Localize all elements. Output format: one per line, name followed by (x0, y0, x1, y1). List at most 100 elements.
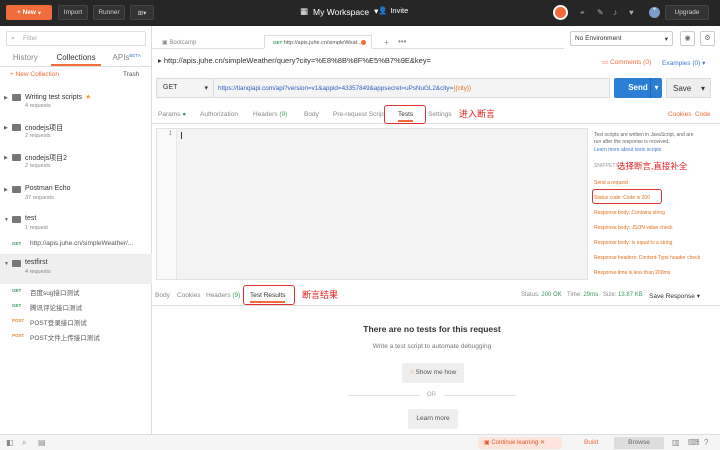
heart-icon[interactable]: ♥ (629, 8, 634, 17)
code-link[interactable]: Code (695, 111, 711, 118)
snippet-item[interactable]: Response time is less than 200ms (594, 270, 670, 276)
environment-label: No Environment (575, 35, 622, 42)
tab-active-request[interactable]: GET http://apis.juhe.cn/simpleWeat... (264, 35, 372, 49)
tab-headers[interactable]: Headers (9) (253, 111, 287, 118)
trash-button[interactable]: Trash (123, 71, 139, 78)
snippet-item[interactable]: Response body: JSON value check (594, 225, 673, 231)
tab-body[interactable]: Body (155, 292, 170, 299)
examples-button[interactable]: Examples (0) ▾ (662, 59, 705, 67)
learn-tests-link[interactable]: Learn more about tests scripts (594, 147, 661, 153)
build-tab[interactable]: Build (584, 439, 598, 446)
sync-icon[interactable] (553, 5, 568, 20)
collection-name: Postman Echo (25, 185, 71, 192)
save-response-label: Save Response (649, 293, 695, 300)
save-button[interactable]: Save ▾ (666, 78, 711, 98)
caret-down-icon[interactable]: ▾ (650, 78, 662, 98)
tab-authorization[interactable]: Authorization (200, 111, 238, 118)
request-title: POST登录接口测试 (30, 320, 87, 327)
wrench-icon[interactable]: ✎ (597, 8, 604, 17)
request-item[interactable]: POST POST登录接口测试 (0, 314, 152, 329)
eye-icon[interactable]: ◉ (680, 31, 695, 46)
tab-headers[interactable]: Headers (9) (206, 292, 240, 299)
save-label: Save (673, 84, 692, 93)
console-icon[interactable]: ▤ (38, 438, 46, 447)
add-tab-icon[interactable]: + (384, 38, 389, 47)
gear-icon[interactable]: ⚙ (700, 31, 715, 46)
collection-item[interactable]: ▼ test 1 request (0, 210, 152, 240)
tab-apis[interactable]: APIsBETA (101, 50, 152, 66)
tab-params[interactable]: Params ● (158, 111, 186, 118)
tab-bootcamp[interactable]: ▣ Bootcamp (162, 39, 196, 46)
new-window-button[interactable]: ⊞▾ (130, 5, 154, 20)
save-response-button[interactable]: Save Response ▾ (649, 292, 700, 300)
continue-learning-button[interactable]: ▣ Continue learning ✕ (478, 437, 562, 449)
import-button[interactable]: Import (58, 5, 88, 20)
collection-item[interactable]: ▶ cnodejs项目2 2 requests (0, 148, 152, 178)
bell-icon[interactable]: ♪ (613, 8, 617, 17)
request-item[interactable]: GET 百度sug接口测试 (0, 284, 152, 299)
collection-count: 4 requests (25, 103, 51, 109)
annotation-tests: 进入断言 (459, 109, 496, 119)
cookies-link[interactable]: Cookies (668, 111, 691, 118)
environment-select[interactable]: No Environment ▾ (570, 31, 673, 46)
close-icon[interactable]: ✕ (540, 440, 545, 446)
new-button[interactable]: + New ▾ (6, 5, 52, 20)
browse-tab[interactable]: Browse (614, 437, 664, 449)
collection-count: 4 requests (25, 269, 51, 275)
request-item[interactable]: POST POST文件上传接口测试 (0, 329, 152, 344)
empty-subtitle: Write a test script to automate debuggin… (372, 343, 492, 350)
collection-item[interactable]: ▶ Postman Echo 37 requests (0, 180, 152, 210)
new-collection-button[interactable]: + New Collection (10, 71, 59, 78)
status-bar: ◧ ⌕ ▤ ▣ Continue learning ✕ Build Browse… (0, 434, 720, 450)
sidebar: ⌕ Filter History Collections APIsBETA + N… (0, 26, 152, 434)
status-value: 200 OK (541, 292, 562, 298)
upgrade-button[interactable]: Upgrade (665, 5, 709, 20)
request-title: http://apis.juhe.cn/simpleWeather/... (30, 240, 134, 247)
keyboard-icon[interactable]: ⌨ (688, 438, 700, 447)
help-icon[interactable]: ? (704, 438, 708, 447)
status-dot-icon: ● (182, 111, 187, 118)
runner-button[interactable]: Runner (93, 5, 125, 20)
divider (348, 395, 420, 396)
tab-prerequest-script[interactable]: Pre-request Script (333, 111, 385, 118)
collection-item[interactable]: ▶ cnodejs项目 2 requests (0, 118, 152, 148)
or-label: OR (427, 392, 436, 398)
method-select[interactable]: GET ▾ (156, 78, 214, 98)
tab-cookies[interactable]: Cookies (177, 292, 200, 299)
learn-more-button[interactable]: Learn more (408, 409, 458, 429)
filter-input[interactable]: ⌕ Filter (6, 31, 146, 46)
more-icon[interactable]: ••• (398, 37, 406, 46)
tab-collections[interactable]: Collections (50, 50, 102, 66)
collection-name: testfirst (25, 259, 48, 266)
caret-down-icon: ▾ (204, 85, 208, 92)
snippet-item[interactable]: Send a request (594, 180, 628, 186)
test-script-editor[interactable]: 1 (156, 128, 588, 280)
snippet-item[interactable]: Response headers: Content-Type header ch… (594, 255, 700, 261)
show-me-how-button[interactable]: ☝ Show me how (402, 363, 464, 383)
comments-button[interactable]: ▭ Comments (0) (602, 58, 651, 66)
send-button[interactable]: Send ▾ (614, 78, 662, 98)
url-input[interactable]: https://tianqiapi.com/api?version=v1&app… (214, 78, 610, 98)
caret-right-icon: ▶ (4, 155, 8, 161)
invite-button[interactable]: 👤 Invite (378, 6, 408, 15)
snippet-item[interactable]: Response body: Contains string (594, 210, 665, 216)
size-label: Size: (603, 292, 617, 298)
empty-title: There are no tests for this request (363, 324, 501, 334)
request-item[interactable]: GET http://apis.juhe.cn/simpleWeather/..… (0, 237, 152, 252)
method-badge: GET (12, 303, 22, 308)
avatar[interactable]: + (649, 7, 660, 18)
collection-name: cnodejs项目 (25, 125, 64, 132)
tab-body[interactable]: Body (304, 111, 319, 118)
collection-item[interactable]: ▶ Writing test scripts ★ 4 requests (0, 88, 152, 118)
tab-settings[interactable]: Settings (428, 111, 452, 118)
sidebar-toggle-icon[interactable]: ◧ (6, 438, 14, 447)
collection-item[interactable]: ▼ testfirst 4 requests (0, 254, 152, 284)
satellite-icon[interactable]: ⌖ (580, 8, 585, 18)
tab-history[interactable]: History (0, 50, 51, 66)
workspace-selector[interactable]: ▦ My Workspace ▾ (300, 6, 378, 17)
snippet-item[interactable]: Response body: Is equal to a string (594, 240, 672, 246)
search-icon[interactable]: ⌕ (22, 438, 26, 448)
layout-icon[interactable]: ▥ (672, 438, 680, 447)
request-item[interactable]: GET 腾讯评论接口测试 (0, 299, 152, 314)
send-label: Send (628, 83, 648, 92)
